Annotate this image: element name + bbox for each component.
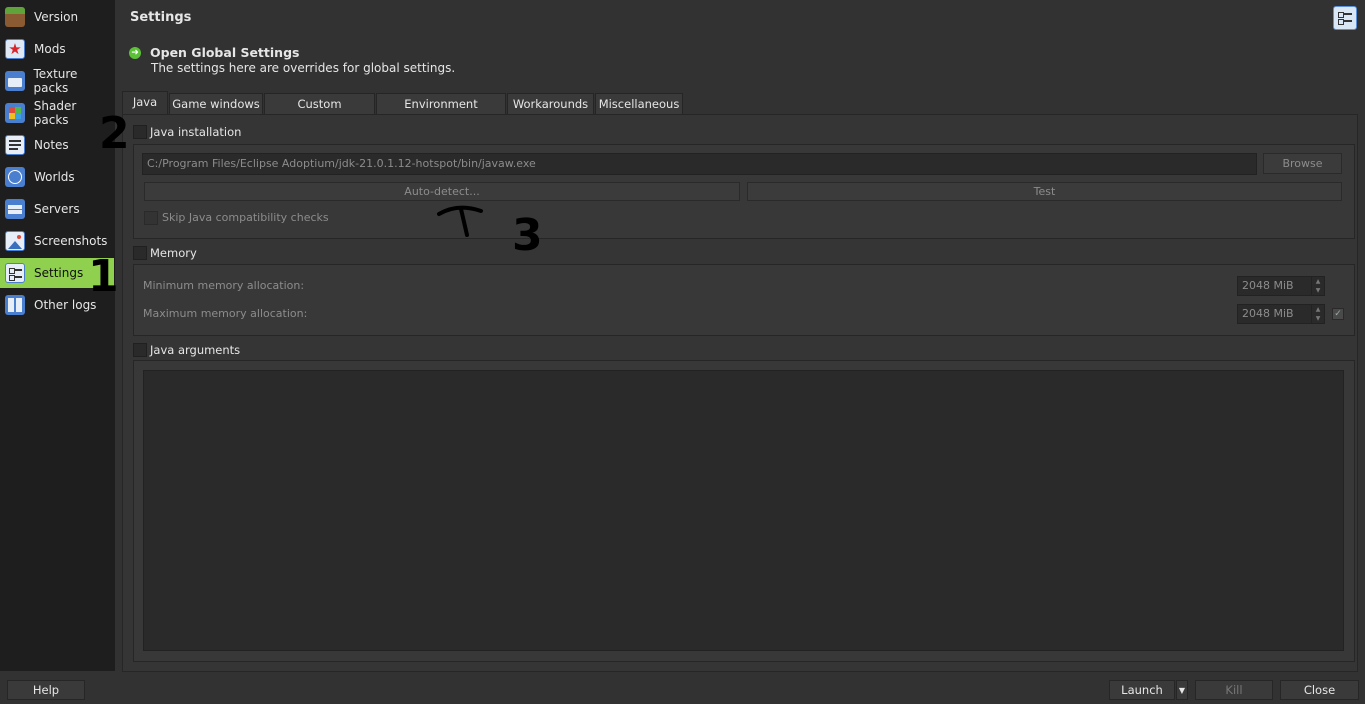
memory-group: [133, 264, 1355, 336]
sidebar-item-version[interactable]: Version: [0, 2, 114, 32]
auto-detect-button[interactable]: Auto-detect...: [144, 182, 740, 201]
spin-down-icon[interactable]: ▼: [1312, 286, 1324, 295]
sidebar-item-label: Settings: [34, 266, 84, 280]
sidebar-item-texture-packs[interactable]: Texture packs: [0, 66, 114, 96]
tab-miscellaneous[interactable]: Miscellaneous: [595, 93, 683, 115]
memory-checkbox[interactable]: [133, 246, 147, 260]
skip-java-checks-label: Skip Java compatibility checks: [162, 211, 329, 224]
sidebar-item-label: Servers: [34, 202, 80, 216]
min-memory-label: Minimum memory allocation:: [143, 279, 305, 292]
sidebar-item-label: Worlds: [34, 170, 75, 184]
java-arguments-checkbox[interactable]: [133, 343, 147, 357]
tab-workarounds[interactable]: Workarounds: [507, 93, 594, 115]
max-memory-label: Maximum memory allocation:: [143, 307, 308, 320]
tab-environment-variables[interactable]: Environment variables: [376, 93, 506, 132]
sidebar-item-shader-packs[interactable]: Shader packs: [0, 98, 114, 128]
picture-icon: [5, 231, 25, 251]
sidebar-item-notes[interactable]: Notes: [0, 130, 114, 160]
java-installation-checkbox[interactable]: [133, 125, 147, 139]
memory-label: Memory: [150, 246, 197, 260]
star-icon: ★: [5, 39, 25, 59]
arrow-right-icon[interactable]: ➜: [129, 47, 141, 59]
server-icon: [5, 199, 25, 219]
toolbox-icon: [5, 71, 25, 91]
spin-up-icon[interactable]: ▲: [1312, 305, 1324, 314]
browse-button[interactable]: Browse: [1263, 153, 1342, 174]
cube-icon: [5, 103, 25, 123]
test-button[interactable]: Test: [747, 182, 1342, 201]
sidebar-item-label: Version: [34, 10, 79, 24]
globe-icon: [5, 167, 25, 187]
kill-button[interactable]: Kill: [1195, 680, 1273, 700]
min-memory-value: 2048 MiB: [1242, 279, 1294, 292]
tab-game-windows[interactable]: Game windows: [169, 93, 263, 115]
annotation-marker-3: 3: [512, 210, 543, 261]
annotation-marker-1: 1: [88, 251, 119, 302]
min-memory-spinbox[interactable]: 2048 MiB ▲ ▼: [1237, 276, 1325, 296]
max-memory-value: 2048 MiB: [1242, 307, 1294, 320]
sidebar-item-label: Mods: [34, 42, 66, 56]
settings-list-icon[interactable]: [1333, 6, 1357, 30]
settings-list-icon: [5, 263, 25, 283]
spin-up-icon[interactable]: ▲: [1312, 277, 1324, 286]
memory-warning-checkbox[interactable]: ✓: [1332, 308, 1344, 320]
launch-dropdown-chevron-icon[interactable]: ▼: [1176, 680, 1188, 700]
java-installation-label: Java installation: [150, 125, 242, 139]
sidebar-item-servers[interactable]: Servers: [0, 194, 114, 224]
java-path-field[interactable]: C:/Program Files/Eclipse Adoptium/jdk-21…: [142, 153, 1257, 175]
sidebar-item-label: Screenshots: [34, 234, 108, 248]
open-global-settings-link[interactable]: Open Global Settings: [150, 45, 299, 60]
sidebar-item-mods[interactable]: ★ Mods: [0, 34, 114, 64]
tab-custom-commands[interactable]: Custom commands: [264, 93, 375, 132]
java-arguments-label: Java arguments: [150, 343, 241, 357]
spin-down-icon[interactable]: ▼: [1312, 314, 1324, 323]
sidebar-item-worlds[interactable]: Worlds: [0, 162, 114, 192]
global-settings-description: The settings here are overrides for glob…: [151, 61, 456, 75]
annotation-arrow-icon: [437, 205, 483, 237]
skip-java-checks-checkbox[interactable]: [144, 211, 158, 225]
max-memory-spinbox[interactable]: 2048 MiB ▲ ▼: [1237, 304, 1325, 324]
notes-icon: [5, 135, 25, 155]
sidebar: Version ★ Mods Texture packs Shader pack…: [0, 0, 115, 671]
sidebar-item-label: Notes: [34, 138, 69, 152]
launch-button[interactable]: Launch: [1109, 680, 1175, 700]
annotation-marker-2: 2: [99, 108, 130, 159]
close-button[interactable]: Close: [1280, 680, 1359, 700]
page-title: Settings: [130, 10, 192, 25]
book-icon: [5, 295, 25, 315]
help-button[interactable]: Help: [7, 680, 85, 700]
java-arguments-textarea[interactable]: [143, 370, 1344, 651]
grass-block-icon: [5, 7, 25, 27]
sidebar-item-label: Texture packs: [33, 67, 78, 95]
